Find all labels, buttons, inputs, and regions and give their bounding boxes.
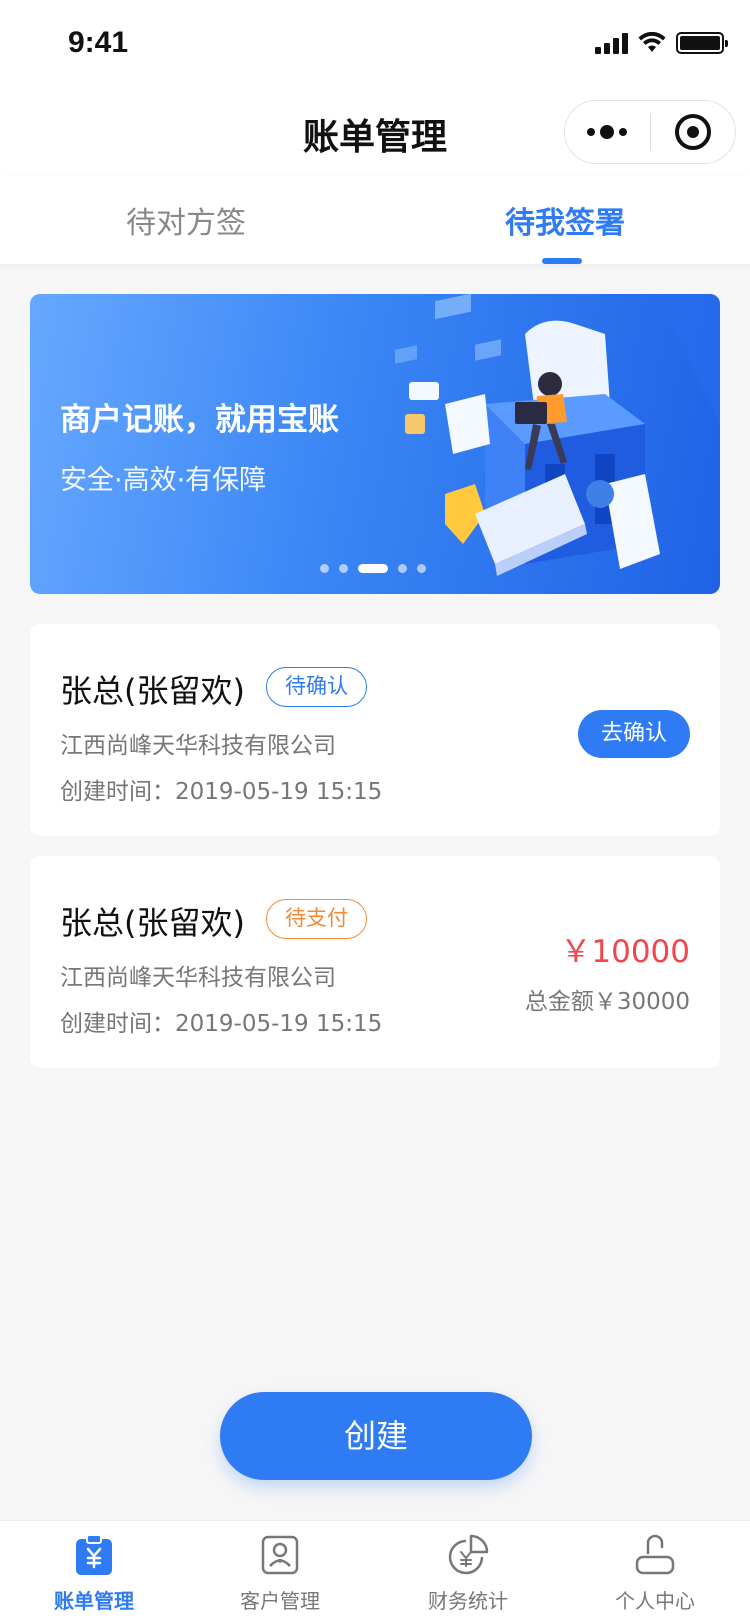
tabbar-item-profile[interactable]: 个人中心 xyxy=(585,1533,725,1614)
bill-amount: ￥10000 xyxy=(560,934,690,970)
mini-program-capsule xyxy=(564,100,736,164)
bill-contact-name: 张总(张留欢) xyxy=(60,672,245,710)
banner-illustration xyxy=(395,294,720,576)
tab-pending-counterparty[interactable]: 待对方签 xyxy=(126,198,246,242)
banner-headline: 商户记账，就用宝账 xyxy=(60,402,339,438)
more-dots-icon xyxy=(587,128,596,136)
banner-dot[interactable] xyxy=(398,564,407,573)
tabbar-label: 个人中心 xyxy=(615,1589,695,1613)
tabbar-label: 财务统计 xyxy=(428,1589,508,1613)
nav-header: 账单管理 xyxy=(0,90,750,176)
bill-company: 江西尚峰天华科技有限公司 xyxy=(60,733,336,759)
tab-active-indicator xyxy=(542,258,582,264)
tabbar-item-customers[interactable]: 客户管理 xyxy=(210,1533,350,1614)
status-time: 9:41 xyxy=(68,26,129,59)
banner-subline: 安全·高效·有保障 xyxy=(60,465,267,496)
bill-total-amount: 总金额￥30000 xyxy=(524,989,690,1015)
banner-dot[interactable] xyxy=(339,564,348,573)
bill-created-time: 创建时间：2019-05-19 15:15 xyxy=(60,779,383,805)
bill-contact-name: 张总(张留欢) xyxy=(60,904,245,942)
banner-dot[interactable] xyxy=(320,564,329,573)
banner-dot[interactable] xyxy=(417,564,426,573)
tabbar-label: 账单管理 xyxy=(54,1589,134,1613)
status-badge: 待确认 xyxy=(266,667,367,707)
customer-icon xyxy=(261,1535,299,1575)
confirm-button[interactable]: 去确认 xyxy=(578,710,690,758)
create-button[interactable]: 创建 xyxy=(220,1392,532,1480)
tabbar-item-finance[interactable]: 财务统计 xyxy=(398,1533,538,1614)
bill-card[interactable]: 张总(张留欢) 待支付 江西尚峰天华科技有限公司 创建时间：2019-05-19… xyxy=(30,856,720,1068)
tabbar-item-bills[interactable]: 账单管理 xyxy=(24,1533,164,1614)
finance-stats-icon xyxy=(448,1534,489,1575)
signal-icon xyxy=(595,32,628,54)
bill-icon xyxy=(76,1534,112,1575)
status-bar: 9:41 xyxy=(0,0,750,90)
banner-pagination xyxy=(320,564,426,573)
bill-company: 江西尚峰天华科技有限公司 xyxy=(60,965,336,991)
more-menu-button[interactable] xyxy=(565,101,650,163)
bill-created-time: 创建时间：2019-05-19 15:15 xyxy=(60,1011,383,1037)
tabbar-label: 客户管理 xyxy=(240,1589,320,1613)
close-mini-program-button[interactable] xyxy=(651,101,736,163)
banner-dot-active[interactable] xyxy=(358,564,388,573)
tab-bar-top: 待对方签 待我签署 xyxy=(0,176,750,264)
battery-icon xyxy=(676,32,728,54)
tab-pending-me[interactable]: 待我签署 xyxy=(505,198,625,242)
promo-banner[interactable]: 商户记账，就用宝账 安全·高效·有保障 xyxy=(30,294,720,594)
target-icon xyxy=(674,114,711,150)
bill-card[interactable]: 张总(张留欢) 待确认 江西尚峰天华科技有限公司 创建时间：2019-05-19… xyxy=(30,624,720,836)
wifi-icon xyxy=(638,32,666,52)
bottom-tab-bar: 账单管理 客户管理 财务统计 个人中心 xyxy=(0,1520,750,1624)
user-icon xyxy=(635,1534,675,1575)
status-badge: 待支付 xyxy=(266,899,367,939)
status-icons xyxy=(595,32,728,54)
